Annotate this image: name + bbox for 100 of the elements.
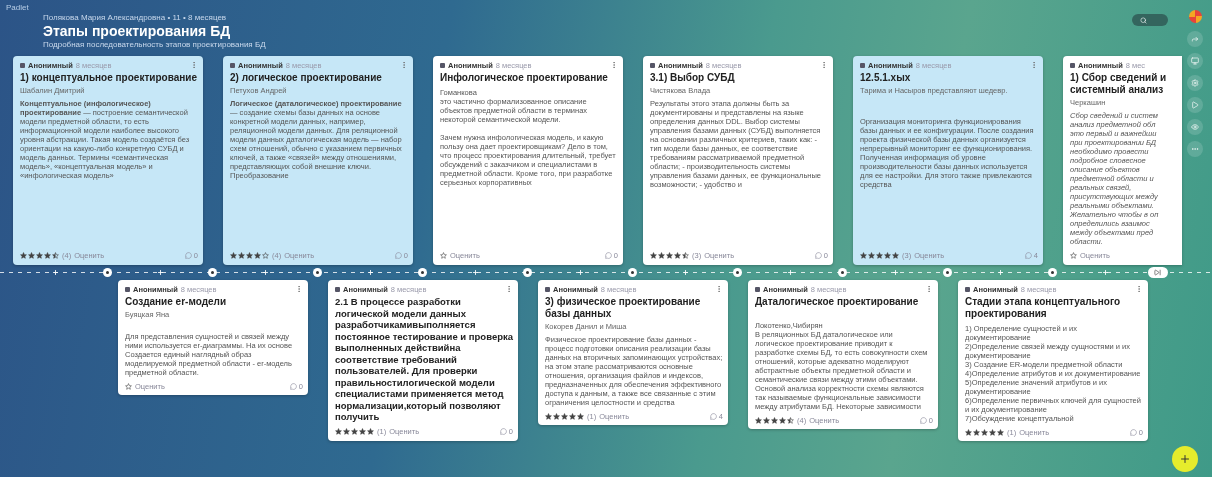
star-icon[interactable] xyxy=(965,428,972,436)
menu-icon[interactable] xyxy=(295,285,303,294)
eye-icon xyxy=(1191,123,1199,131)
add-button[interactable] xyxy=(681,268,689,276)
star-icon[interactable] xyxy=(577,412,584,420)
star-icon[interactable] xyxy=(230,252,237,260)
comment-icon xyxy=(289,382,297,390)
star-icon[interactable] xyxy=(755,416,762,424)
star-icon[interactable] xyxy=(351,428,358,436)
menu-icon[interactable] xyxy=(715,285,723,294)
star-icon[interactable] xyxy=(28,252,35,260)
post-card[interactable] xyxy=(538,280,728,426)
add-button[interactable] xyxy=(366,268,374,276)
star-icon[interactable] xyxy=(569,412,576,420)
add-button[interactable] xyxy=(471,268,479,276)
timeline-node[interactable] xyxy=(838,267,848,277)
timeline-node[interactable] xyxy=(523,267,533,277)
star-icon[interactable] xyxy=(973,428,980,436)
star-icon[interactable] xyxy=(787,416,794,424)
star-icon[interactable] xyxy=(359,428,366,436)
star-icon[interactable] xyxy=(658,252,665,260)
star-icon[interactable] xyxy=(238,252,245,260)
add-button[interactable] xyxy=(261,268,269,276)
add-post-button[interactable] xyxy=(1172,446,1198,472)
timeline-node[interactable] xyxy=(1048,267,1058,277)
menu-icon[interactable] xyxy=(925,285,933,294)
add-button[interactable] xyxy=(156,268,164,276)
avatar-icon xyxy=(650,62,655,68)
star-icon[interactable] xyxy=(52,252,59,260)
post-title: 12.5.1.xых xyxy=(860,72,912,85)
star-icon[interactable] xyxy=(262,252,269,260)
add-button[interactable] xyxy=(1101,268,1109,276)
menu-icon[interactable] xyxy=(400,61,408,70)
comment-icon xyxy=(1024,252,1032,260)
timeline-node[interactable] xyxy=(943,267,953,277)
plus-icon xyxy=(681,268,689,276)
star-icon[interactable] xyxy=(343,428,350,436)
post-card[interactable] xyxy=(958,280,1148,442)
star-icon[interactable] xyxy=(763,416,770,424)
post-title: 2) логическое проектирование xyxy=(230,72,383,85)
timeline-node[interactable] xyxy=(208,267,218,277)
star-icon[interactable] xyxy=(989,428,996,436)
star-icon[interactable] xyxy=(367,428,374,436)
star-icon[interactable] xyxy=(666,252,673,260)
brand-name[interactable]: Padlet xyxy=(0,0,29,13)
menu-icon[interactable] xyxy=(1135,285,1143,294)
menu-icon[interactable] xyxy=(820,61,828,70)
avatar-icon xyxy=(335,286,340,292)
post-card[interactable] xyxy=(1063,56,1182,265)
comment-icon xyxy=(814,252,822,260)
star-icon[interactable] xyxy=(440,252,447,260)
star-icon[interactable] xyxy=(254,252,261,260)
avatar-icon xyxy=(755,286,760,292)
post-card[interactable] xyxy=(328,280,518,441)
star-icon[interactable] xyxy=(125,382,132,390)
star-icon[interactable] xyxy=(876,252,883,260)
menu-icon[interactable] xyxy=(1030,61,1038,70)
timeline-node[interactable] xyxy=(418,267,428,277)
star-icon[interactable] xyxy=(553,412,560,420)
add-button[interactable] xyxy=(891,268,899,276)
star-icon[interactable] xyxy=(892,252,899,260)
star-icon[interactable] xyxy=(884,252,891,260)
post-title: 1) концептуальное проектирование xyxy=(20,72,198,85)
menu-icon[interactable] xyxy=(505,285,513,294)
plus-icon xyxy=(156,268,164,276)
add-button[interactable] xyxy=(996,268,1004,276)
add-button[interactable] xyxy=(786,268,794,276)
menu-icon[interactable] xyxy=(610,61,618,70)
star-icon[interactable] xyxy=(561,412,568,420)
star-icon[interactable] xyxy=(20,252,27,260)
timeline-node[interactable] xyxy=(103,267,113,277)
star-icon[interactable] xyxy=(997,428,1004,436)
star-icon[interactable] xyxy=(545,412,552,420)
star-icon[interactable] xyxy=(1070,252,1077,260)
star-icon[interactable] xyxy=(246,252,253,260)
play-icon xyxy=(1191,101,1199,109)
star-icon[interactable] xyxy=(36,252,43,260)
add-button[interactable] xyxy=(51,268,59,276)
post-card[interactable] xyxy=(118,280,308,396)
star-icon[interactable] xyxy=(981,428,988,436)
plus-icon xyxy=(1101,268,1109,276)
jump-end-button[interactable] xyxy=(1147,266,1168,278)
star-icon[interactable] xyxy=(868,252,875,260)
star-icon[interactable] xyxy=(771,416,778,424)
search-field[interactable] xyxy=(1132,14,1168,26)
post-title: 1) Сбор сведений и системный анализ xyxy=(1070,72,1168,97)
star-icon[interactable] xyxy=(682,252,689,260)
board-title: Этапы проектирования БД xyxy=(43,22,231,39)
star-icon[interactable] xyxy=(650,252,657,260)
timeline-node[interactable] xyxy=(733,267,743,277)
timeline-node[interactable] xyxy=(628,267,638,277)
timeline-node[interactable] xyxy=(313,267,323,277)
comment-icon xyxy=(394,252,402,260)
add-button[interactable] xyxy=(576,268,584,276)
star-icon[interactable] xyxy=(860,252,867,260)
post-title: 2.1 В процессе разработки логической модели данных разработчикамивыполняется постоянное тестирование и проверка выполненных действийна соответствие требований пользователей. Для проверки правильностилогической модели специалистами применяется метод нормализации,который позволяют получить xyxy=(335,296,513,423)
avatar-icon xyxy=(230,62,235,68)
star-icon[interactable] xyxy=(335,428,342,436)
menu-icon[interactable] xyxy=(190,61,198,70)
avatar-icon xyxy=(20,62,25,68)
